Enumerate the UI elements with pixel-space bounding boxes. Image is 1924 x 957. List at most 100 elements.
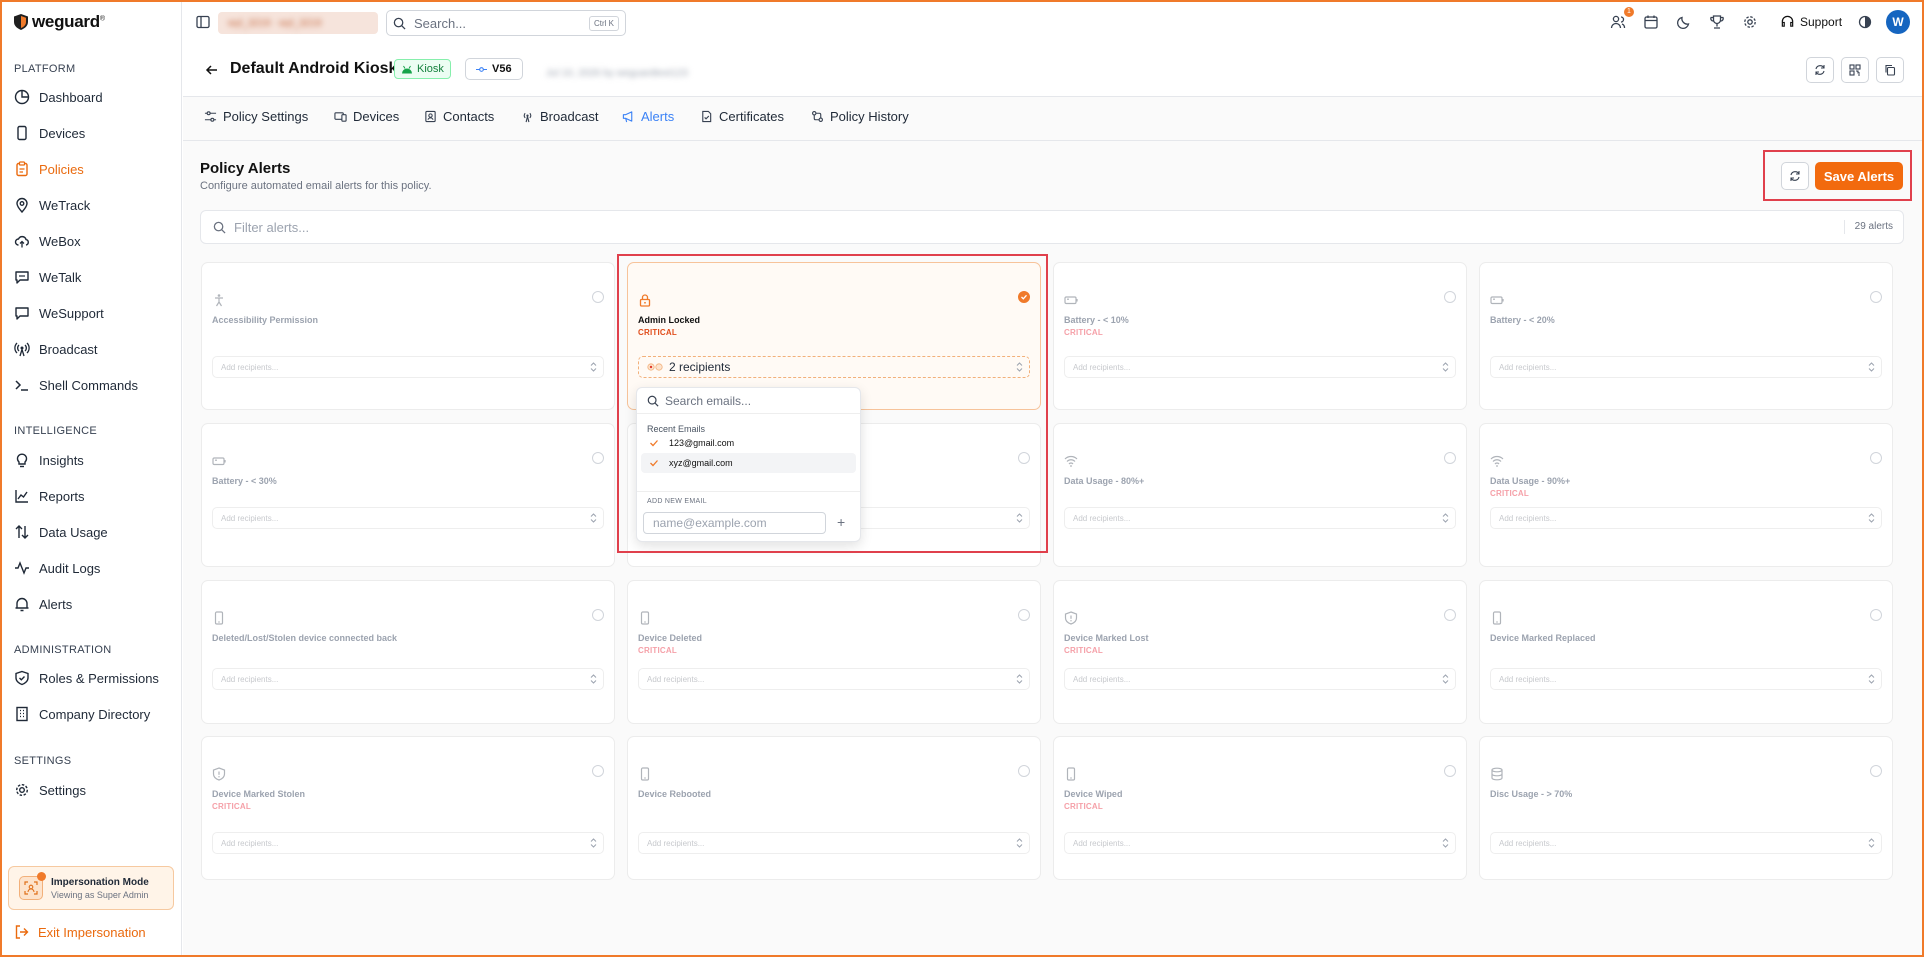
alert-card[interactable]: Device Deleted CRITICAL Add recipients... <box>627 580 1041 724</box>
sidebar-item-reports[interactable]: Reports <box>14 486 85 506</box>
sidebar-item-roles-permissions[interactable]: Roles & Permissions <box>14 668 159 688</box>
alert-toggle[interactable] <box>1018 609 1030 621</box>
tab-policy-history[interactable]: Policy History <box>811 109 909 124</box>
sidebar-toggle-icon[interactable] <box>195 14 211 30</box>
sidebar-item-audit-logs[interactable]: Audit Logs <box>14 558 100 578</box>
chevron-updown-icon <box>1868 838 1875 848</box>
alert-toggle[interactable] <box>592 609 604 621</box>
tab-label: Contacts <box>443 109 495 124</box>
sidebar-item-policies[interactable]: Policies <box>14 159 84 179</box>
recipients-select[interactable]: Add recipients... <box>212 356 604 378</box>
page-title: Default Android Kiosk <box>230 60 398 77</box>
sidebar-item-devices[interactable]: Devices <box>14 123 85 143</box>
contrast-icon[interactable] <box>1857 14 1873 30</box>
sidebar-item-insights[interactable]: Insights <box>14 450 84 470</box>
reset-alerts-button[interactable] <box>1781 162 1809 190</box>
alert-card[interactable]: Device Wiped CRITICAL Add recipients... <box>1053 736 1467 880</box>
alert-card[interactable]: Device Rebooted Add recipients... <box>627 736 1041 880</box>
recipients-select[interactable]: Add recipients... <box>638 832 1030 854</box>
recipients-placeholder: Add recipients... <box>221 838 279 848</box>
user-avatar[interactable]: W <box>1886 10 1910 34</box>
sidebar-item-dashboard[interactable]: Dashboard <box>14 87 103 107</box>
exit-impersonation-button[interactable]: Exit Impersonation <box>14 924 146 940</box>
sidebar-item-settings[interactable]: Settings <box>14 780 86 800</box>
tab-alerts[interactable]: Alerts <box>622 109 674 124</box>
alert-toggle[interactable] <box>1870 765 1882 777</box>
alert-toggle[interactable] <box>1444 765 1456 777</box>
alert-card[interactable]: Device Marked Lost CRITICAL Add recipients… <box>1053 580 1467 724</box>
tab-label: Alerts <box>641 109 675 124</box>
alert-toggle[interactable] <box>1444 452 1456 464</box>
back-arrow-icon[interactable] <box>204 62 220 78</box>
alerts-count: 29 alerts <box>1843 220 1903 234</box>
tab-certificates[interactable]: Certificates <box>700 109 784 124</box>
alert-toggle[interactable] <box>1444 291 1456 303</box>
alert-card[interactable]: Battery - < 10% CRITICAL Add recipients... <box>1053 262 1467 410</box>
filter-alerts-input[interactable]: Filter alerts... 29 alerts <box>200 210 1904 244</box>
recipients-select[interactable]: Add recipients... <box>1490 832 1882 854</box>
alert-card[interactable]: Accessibility Permission Add recipients..… <box>201 262 615 410</box>
alert-card[interactable]: Data Usage - 80%+ Add recipients... <box>1053 423 1467 567</box>
recipients-select[interactable]: Add recipients... <box>638 668 1030 690</box>
recipients-select[interactable]: Add recipients... <box>1064 507 1456 529</box>
settings-icon[interactable] <box>1742 14 1758 30</box>
alert-toggle[interactable] <box>592 291 604 303</box>
sidebar-item-wetrack[interactable]: WeTrack <box>14 195 90 215</box>
alert-toggle[interactable] <box>1444 609 1456 621</box>
sidebar-item-wesupport[interactable]: WeSupport <box>14 303 104 323</box>
critical-label: CRITICAL <box>638 646 677 655</box>
sidebar-item-webox[interactable]: WeBox <box>14 231 81 251</box>
alert-title: Deleted/Lost/Stolen device connected bac… <box>212 633 398 643</box>
recipients-select[interactable]: Add recipients... <box>212 668 604 690</box>
recipients-select[interactable]: Add recipients... <box>212 832 604 854</box>
tab-devices[interactable]: Devices <box>334 109 399 124</box>
sidebar-item-data-usage[interactable]: Data Usage <box>14 522 108 542</box>
tab-contacts[interactable]: Contacts <box>424 109 494 124</box>
global-search[interactable]: Search... Ctrl K <box>386 10 626 36</box>
section-subtitle: Configure automated email alerts for thi… <box>200 180 432 192</box>
trophy-icon[interactable] <box>1709 14 1725 30</box>
sidebar-item-broadcast[interactable]: Broadcast <box>14 339 98 359</box>
alert-toggle[interactable] <box>1870 291 1882 303</box>
alert-toggle[interactable] <box>1870 609 1882 621</box>
org-selector[interactable]: wyl_3219 · wyl_3219 <box>218 12 378 34</box>
weguard-logo[interactable]: weguard® <box>14 12 105 32</box>
alert-toggle[interactable] <box>592 765 604 777</box>
alert-toggle[interactable] <box>1870 452 1882 464</box>
sidebar-item-label: Settings <box>39 782 86 798</box>
sidebar-item-label: WeSupport <box>39 305 104 321</box>
save-alerts-button[interactable]: Save Alerts <box>1815 162 1903 190</box>
alert-card[interactable]: Device Marked Stolen CRITICAL Add recipien… <box>201 736 615 880</box>
alert-card[interactable]: Battery - < 20% Add recipients... <box>1479 262 1893 410</box>
alert-card[interactable]: Device Marked Replaced Add recipients... <box>1479 580 1893 724</box>
tab-policy-settings[interactable]: Policy Settings <box>204 109 308 124</box>
tab-broadcast[interactable]: Broadcast <box>521 109 599 124</box>
alert-card[interactable]: Battery - < 30% Add recipients... <box>201 423 615 567</box>
support-button[interactable]: Support <box>1780 14 1842 29</box>
alert-toggle[interactable] <box>592 452 604 464</box>
moon-icon[interactable] <box>1676 14 1692 30</box>
alert-card[interactable]: Deleted/Lost/Stolen device connected bac… <box>201 580 615 724</box>
sidebar-item-company-directory[interactable]: Company Directory <box>14 704 150 724</box>
alert-card[interactable]: Disc Usage - > 70% Add recipients... <box>1479 736 1893 880</box>
alert-card[interactable]: Data Usage - 90%+ CRITICAL Add recipients.… <box>1479 423 1893 567</box>
sidebar-item-wetalk[interactable]: WeTalk <box>14 267 81 287</box>
recipients-select[interactable]: Add recipients... <box>1490 356 1882 378</box>
recipients-select[interactable]: Add recipients... <box>212 507 604 529</box>
refresh-policy-button[interactable] <box>1806 57 1834 83</box>
recipients-select[interactable]: Add recipients... <box>1490 507 1882 529</box>
copy-policy-button[interactable] <box>1876 57 1904 83</box>
chevron-updown-icon <box>1442 838 1449 848</box>
headset-icon <box>1781 15 1794 27</box>
version-tag[interactable]: V56 <box>465 58 523 80</box>
calendar-icon[interactable] <box>1643 14 1659 30</box>
recipients-select[interactable]: Add recipients... <box>1064 832 1456 854</box>
recipients-select[interactable]: Add recipients... <box>1064 668 1456 690</box>
qr-code-button[interactable] <box>1841 57 1869 83</box>
recipients-select[interactable]: Add recipients... <box>1064 356 1456 378</box>
recipients-select[interactable]: Add recipients... <box>1490 668 1882 690</box>
sidebar-item-shell-commands[interactable]: Shell Commands <box>14 375 138 395</box>
users-icon[interactable] <box>1610 14 1626 30</box>
alert-toggle[interactable] <box>1018 765 1030 777</box>
sidebar-item-alerts[interactable]: Alerts <box>14 594 72 614</box>
